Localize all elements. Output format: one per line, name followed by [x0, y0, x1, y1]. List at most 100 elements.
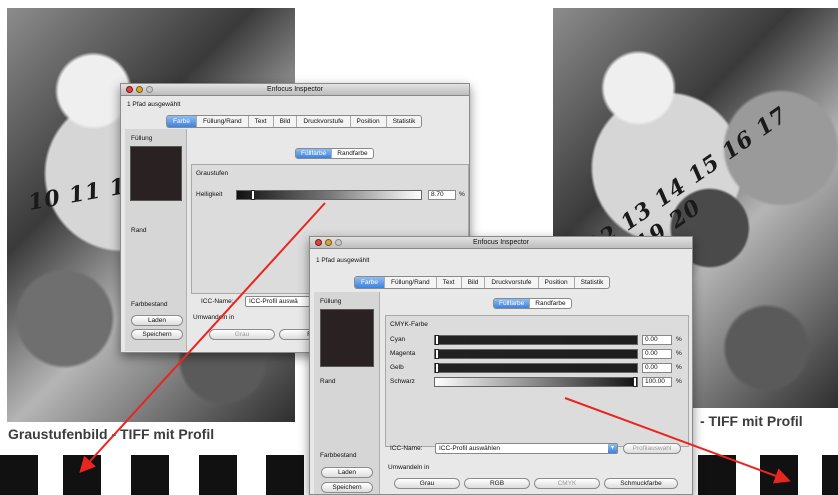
- tab-position[interactable]: Position: [351, 116, 387, 127]
- brightness-slider-row: Helligkeit 8.70 %: [196, 190, 466, 200]
- tab-bar: Farbe Füllung/Rand Text Bild Druckvorstu…: [166, 115, 423, 128]
- tab-bar: Farbe Füllung/Rand Text Bild Druckvorstu…: [354, 276, 611, 289]
- profile-select-button[interactable]: Profilauswahl: [623, 443, 681, 454]
- slider-label: Magenta: [390, 350, 416, 357]
- cmyk-slider-row-gelb: Gelb 0.00%: [390, 363, 686, 373]
- title-bar[interactable]: Enfocus Inspector: [121, 84, 469, 96]
- window-title: Enfocus Inspector: [472, 239, 530, 246]
- close-light-icon[interactable]: [126, 86, 133, 93]
- cmyk-value[interactable]: 100.00: [642, 377, 672, 387]
- caption-right: - TIFF mit Profil: [700, 413, 803, 429]
- slider-label: Gelb: [390, 364, 404, 371]
- selection-info: 1 Pfad ausgewählt: [127, 101, 181, 108]
- tab-fuellung-rand[interactable]: Füllung/Rand: [197, 116, 249, 127]
- slider-knob[interactable]: [435, 335, 439, 345]
- inventory-label: Farbbestand: [131, 301, 168, 308]
- load-button[interactable]: Laden: [321, 467, 373, 478]
- minimize-light-icon[interactable]: [325, 239, 332, 246]
- load-button[interactable]: Laden: [131, 315, 183, 326]
- segment-fill[interactable]: Füllfarbe: [494, 299, 531, 308]
- fill-swatch[interactable]: [320, 309, 374, 367]
- tab-farbe[interactable]: Farbe: [355, 277, 385, 288]
- tab-farbe[interactable]: Farbe: [167, 116, 197, 127]
- slider-knob[interactable]: [251, 190, 255, 200]
- tab-fuellung-rand[interactable]: Füllung/Rand: [385, 277, 437, 288]
- save-button[interactable]: Speichern: [321, 482, 373, 493]
- sidebar: Füllung Rand Farbbestand Laden Speichern: [314, 292, 380, 494]
- unit-label: %: [676, 350, 682, 357]
- fill-stroke-toggle: Füllfarbe Randfarbe: [493, 298, 572, 309]
- slider-knob[interactable]: [633, 377, 637, 387]
- selection-info: 1 Pfad ausgewählt: [316, 257, 370, 264]
- convert-label: Umwandeln in: [388, 464, 430, 471]
- fill-label: Füllung: [131, 135, 153, 142]
- inventory-label: Farbbestand: [320, 452, 357, 459]
- cmyk-panel: CMYK-Farbe Cyan 0.00% Magenta 0.00% Gelb 0.00…: [385, 315, 689, 447]
- inspector-window-cmyk: Enfocus Inspector 1 Pfad ausgewählt Farb…: [309, 236, 693, 495]
- fill-stroke-toggle: Füllfarbe Randfarbe: [295, 148, 374, 159]
- cmyk-value[interactable]: 0.00: [642, 335, 672, 345]
- cmyk-value[interactable]: 0.00: [642, 349, 672, 359]
- tab-position[interactable]: Position: [539, 277, 575, 288]
- unit-label: %: [676, 336, 682, 343]
- convert-gray-button[interactable]: Grau: [394, 478, 460, 489]
- segment-fill[interactable]: Füllfarbe: [296, 149, 333, 158]
- tab-text[interactable]: Text: [249, 116, 274, 127]
- zoom-light-icon[interactable]: [335, 239, 342, 246]
- tab-druckvorstufe[interactable]: Druckvorstufe: [485, 277, 539, 288]
- brightness-value[interactable]: 8.70: [428, 190, 456, 200]
- cmyk-slider-row-magenta: Magenta 0.00%: [390, 349, 686, 359]
- cmyk-slider[interactable]: [434, 335, 638, 345]
- sidebar: Füllung Rand Farbbestand Laden Speichern: [125, 129, 187, 351]
- black-square: [266, 455, 304, 495]
- group-title: Graustufen: [196, 170, 229, 177]
- icc-select-value: ICC-Profil auswählen: [439, 445, 501, 452]
- tab-druckvorstufe[interactable]: Druckvorstufe: [297, 116, 351, 127]
- black-square: [131, 455, 169, 495]
- convert-label: Umwandeln in: [193, 314, 235, 321]
- icc-profile-select[interactable]: ICC-Profil auswä: [245, 296, 315, 307]
- segment-stroke[interactable]: Randfarbe: [332, 149, 372, 158]
- icc-label: ICC-Name:: [201, 298, 234, 305]
- minimize-light-icon[interactable]: [136, 86, 143, 93]
- black-square: [822, 455, 838, 495]
- convert-cmyk-button[interactable]: CMYK: [534, 478, 600, 489]
- tab-text[interactable]: Text: [437, 277, 462, 288]
- stroke-label: Rand: [131, 227, 147, 234]
- tab-bild[interactable]: Bild: [274, 116, 298, 127]
- convert-rgb-button[interactable]: RGB: [464, 478, 530, 489]
- select-arrow-icon: ▾: [608, 444, 617, 453]
- convert-gray-button[interactable]: Grau: [209, 329, 275, 340]
- cmyk-slider-row-cyan: Cyan 0.00%: [390, 335, 686, 345]
- fill-swatch[interactable]: [130, 146, 182, 201]
- black-square: [0, 455, 38, 495]
- tab-statistik[interactable]: Statistik: [575, 277, 610, 288]
- title-bar[interactable]: Enfocus Inspector: [310, 237, 692, 249]
- unit-label: %: [459, 191, 465, 198]
- group-title: CMYK-Farbe: [390, 321, 428, 328]
- unit-label: %: [676, 378, 682, 385]
- black-square: [698, 455, 736, 495]
- slider-knob[interactable]: [435, 349, 439, 359]
- close-light-icon[interactable]: [315, 239, 322, 246]
- segment-stroke[interactable]: Randfarbe: [530, 299, 570, 308]
- stroke-label: Rand: [320, 378, 336, 385]
- caption-left: Graustufenbild - TIFF mit Profil: [8, 426, 215, 442]
- black-square: [760, 455, 798, 495]
- fill-label: Füllung: [320, 298, 342, 305]
- tab-bild[interactable]: Bild: [462, 277, 486, 288]
- tab-statistik[interactable]: Statistik: [387, 116, 422, 127]
- brightness-slider[interactable]: [236, 190, 422, 200]
- slider-knob[interactable]: [435, 363, 439, 373]
- cmyk-slider[interactable]: [434, 363, 638, 373]
- cmyk-slider[interactable]: [434, 377, 638, 387]
- cmyk-slider[interactable]: [434, 349, 638, 359]
- black-square: [199, 455, 237, 495]
- icc-label: ICC-Name:: [390, 445, 423, 452]
- zoom-light-icon[interactable]: [146, 86, 153, 93]
- unit-label: %: [676, 364, 682, 371]
- cmyk-value[interactable]: 0.00: [642, 363, 672, 373]
- save-button[interactable]: Speichern: [131, 329, 183, 340]
- convert-spot-button[interactable]: Schmuckfarbe: [604, 478, 678, 489]
- icc-profile-select[interactable]: ICC-Profil auswählen ▾: [435, 443, 618, 454]
